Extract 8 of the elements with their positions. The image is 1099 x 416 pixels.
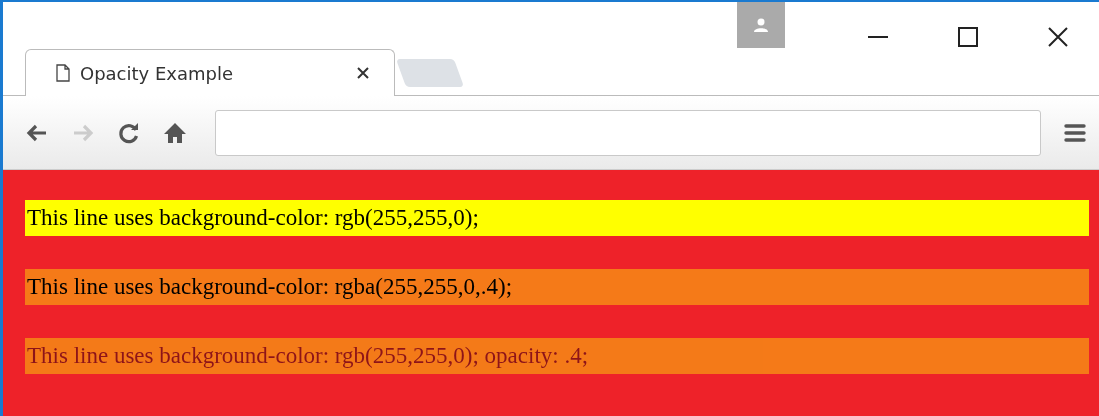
page-icon (56, 64, 70, 82)
maximize-icon[interactable] (957, 26, 979, 48)
close-icon[interactable] (356, 66, 370, 80)
person-icon (751, 17, 771, 33)
browser-tab[interactable]: Opacity Example (25, 49, 395, 96)
home-icon[interactable] (163, 120, 187, 145)
close-icon[interactable] (1047, 26, 1069, 48)
tab-title: Opacity Example (80, 62, 235, 84)
